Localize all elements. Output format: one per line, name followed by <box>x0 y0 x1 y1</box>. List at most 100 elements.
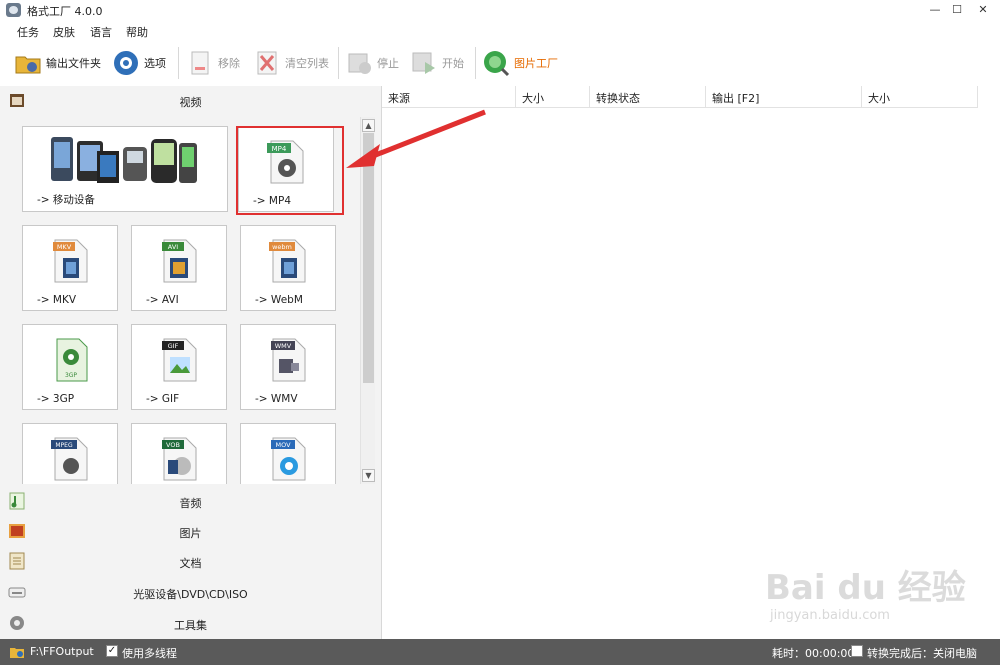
tile-gif[interactable]: GIF -> GIF <box>131 324 227 410</box>
toolbar-divider <box>178 47 179 79</box>
baidu-watermark-url: jingyan.baidu.com <box>770 608 890 623</box>
output-path[interactable]: F:\FFOutput <box>30 645 94 658</box>
scroll-down-arrow-icon[interactable]: ▼ <box>362 469 375 482</box>
play-icon <box>410 49 438 77</box>
tile-avi[interactable]: AVI -> AVI <box>131 225 227 311</box>
title-bar: 格式工厂 4.0.0 — ☐ ✕ <box>0 0 1000 20</box>
svg-text:VOB: VOB <box>166 441 180 449</box>
options-label: 选项 <box>144 57 166 70</box>
after-convert-checkbox[interactable] <box>851 645 863 657</box>
webm-file-icon: webm <box>269 238 307 284</box>
category-video[interactable]: 视频 <box>0 86 381 114</box>
tile-3gp[interactable]: 3GP -> 3GP <box>22 324 118 410</box>
tile-wmv[interactable]: WMV -> WMV <box>240 324 336 410</box>
category-tools[interactable]: 工具集 <box>0 609 381 637</box>
status-bar: F:\FFOutput ✓ 使用多线程 耗时：00:00:00 转换完成后：关闭… <box>0 639 1000 665</box>
options-button[interactable]: 选项 <box>112 48 166 78</box>
tile-label: -> 移动设备 <box>37 194 95 206</box>
tile-label: -> GIF <box>146 393 180 405</box>
picture-factory-button[interactable]: 图片工厂 <box>482 48 558 78</box>
globe-icon <box>482 49 510 77</box>
multithread-checkbox[interactable]: ✓ <box>106 645 118 657</box>
category-video-label: 视频 <box>179 96 202 109</box>
tile-webm[interactable]: webm -> WebM <box>240 225 336 311</box>
gif-file-icon: GIF <box>160 337 198 383</box>
stop-label: 停止 <box>377 57 399 70</box>
gear-icon <box>112 49 140 77</box>
category-panel: 视频 -> 移动设备 MP4 -> MP4 MKV -> MKV AVI -> … <box>0 86 381 639</box>
tile-mobile-device[interactable]: -> 移动设备 <box>22 126 228 212</box>
category-picture[interactable]: 图片 <box>0 517 381 545</box>
category-document-label: 文档 <box>179 557 202 570</box>
picture-factory-label: 图片工厂 <box>514 57 558 70</box>
elapsed-time: 耗时：00:00:00 <box>772 647 855 660</box>
tile-label: -> WebM <box>255 294 303 306</box>
baidu-watermark: Bai du 经验 <box>765 568 966 608</box>
folder-icon <box>14 49 42 77</box>
maximize-button[interactable]: ☐ <box>944 0 970 20</box>
svg-text:MKV: MKV <box>57 243 72 251</box>
tile-vob[interactable]: VOB <box>131 423 227 484</box>
column-header-size[interactable]: 大小 <box>516 86 590 108</box>
category-tools-label: 工具集 <box>174 619 207 632</box>
toolbar-divider <box>338 47 339 79</box>
remove-doc-icon <box>186 49 214 77</box>
wmv-file-icon: WMV <box>269 337 307 383</box>
after-convert-label: 转换完成后：关闭电脑 <box>867 647 977 660</box>
mov-file-icon: MOV <box>269 436 307 482</box>
category-picture-label: 图片 <box>179 527 202 540</box>
mobile-devices-icon <box>49 133 199 192</box>
3gp-file-icon: 3GP <box>51 337 89 383</box>
clear-list-button[interactable]: 清空列表 <box>253 48 329 78</box>
folder-small-icon <box>9 645 25 662</box>
menu-task[interactable]: 任务 <box>17 24 39 40</box>
toolbar-divider <box>475 47 476 79</box>
svg-text:AVI: AVI <box>168 243 178 251</box>
output-folder-label: 输出文件夹 <box>46 57 101 70</box>
column-header-output-size[interactable]: 大小 <box>862 86 978 108</box>
category-optical-drive[interactable]: 光驱设备\DVD\CD\ISO <box>0 578 381 606</box>
mpeg-file-icon: MPEG <box>51 436 89 482</box>
category-audio-label: 音频 <box>179 497 202 510</box>
close-button[interactable]: ✕ <box>970 0 996 20</box>
window-title: 格式工厂 4.0.0 <box>27 5 103 18</box>
category-optical-label: 光驱设备\DVD\CD\ISO <box>133 588 248 601</box>
menu-skin[interactable]: 皮肤 <box>53 24 75 40</box>
tile-mkv[interactable]: MKV -> MKV <box>22 225 118 311</box>
tile-label: -> MKV <box>37 294 77 306</box>
svg-text:MOV: MOV <box>275 441 291 449</box>
menu-bar: 任务 皮肤 语言 帮助 <box>0 21 1000 41</box>
remove-button[interactable]: 移除 <box>186 48 240 78</box>
app-icon <box>6 3 21 17</box>
toolbar: 输出文件夹 选项 移除 清空列表 停止 开始 图片工厂 <box>0 43 1000 85</box>
category-audio[interactable]: 音频 <box>0 487 381 515</box>
start-button[interactable]: 开始 <box>410 48 464 78</box>
mkv-file-icon: MKV <box>51 238 89 284</box>
mp4-highlight-box <box>236 126 344 215</box>
column-header-output[interactable]: 输出 [F2] <box>706 86 862 108</box>
menu-language[interactable]: 语言 <box>90 24 112 40</box>
column-header-source[interactable]: 来源 <box>382 86 516 108</box>
multithread-label: 使用多线程 <box>122 647 177 660</box>
annotation-arrow <box>346 109 486 168</box>
stop-button[interactable]: 停止 <box>345 48 399 78</box>
clear-x-icon <box>253 49 281 77</box>
category-document[interactable]: 文档 <box>0 547 381 575</box>
tile-label: -> WMV <box>255 393 298 405</box>
svg-text:GIF: GIF <box>168 342 179 350</box>
svg-text:MPEG: MPEG <box>55 442 73 449</box>
column-header-status[interactable]: 转换状态 <box>590 86 706 108</box>
output-folder-button[interactable]: 输出文件夹 <box>14 48 101 78</box>
tile-mpeg[interactable]: MPEG <box>22 423 118 484</box>
tile-mov[interactable]: MOV <box>240 423 336 484</box>
clear-list-label: 清空列表 <box>285 57 329 70</box>
stop-icon <box>345 49 373 77</box>
menu-help[interactable]: 帮助 <box>126 24 148 40</box>
svg-text:3GP: 3GP <box>65 372 77 379</box>
tile-label: -> AVI <box>146 294 179 306</box>
remove-label: 移除 <box>218 57 240 70</box>
svg-text:webm: webm <box>272 243 292 251</box>
vob-file-icon: VOB <box>160 436 198 482</box>
start-label: 开始 <box>442 57 464 70</box>
avi-file-icon: AVI <box>160 238 198 284</box>
